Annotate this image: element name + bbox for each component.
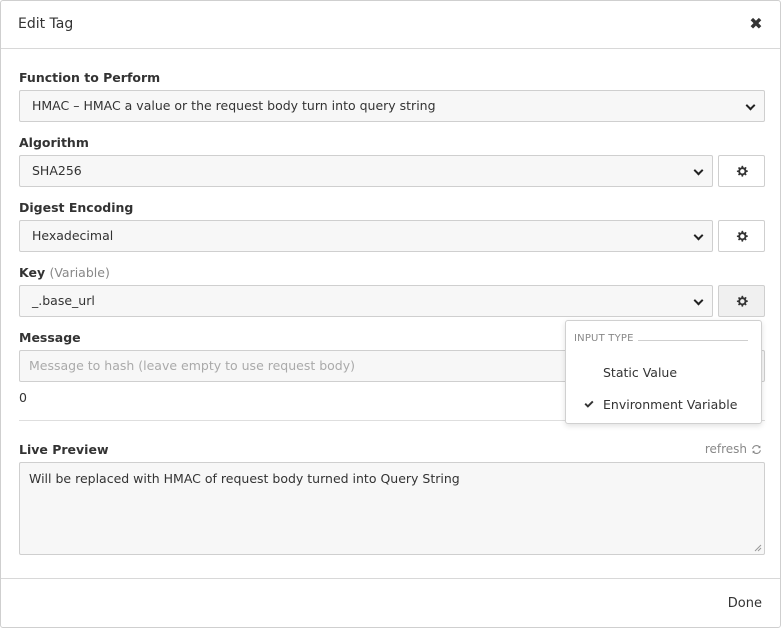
algorithm-select-value: SHA256 bbox=[32, 163, 82, 178]
modal-title: Edit Tag bbox=[18, 16, 74, 32]
menu-item-label: Static Value bbox=[603, 365, 678, 380]
input-type-dropdown: INPUT TYPE Static Value Environment Vari… bbox=[565, 320, 762, 424]
gear-icon bbox=[736, 230, 748, 242]
function-select-value: HMAC – HMAC a value or the request body … bbox=[32, 98, 436, 113]
chevron-down-icon bbox=[693, 230, 704, 241]
gear-icon bbox=[736, 295, 748, 307]
modal-header: Edit Tag ✖ bbox=[1, 1, 780, 49]
key-label-text: Key bbox=[19, 265, 46, 280]
menu-item-static-value[interactable]: Static Value bbox=[566, 360, 761, 386]
live-preview-label: Live Preview bbox=[19, 442, 109, 457]
key-settings-button[interactable] bbox=[718, 285, 765, 317]
done-button[interactable]: Done bbox=[728, 596, 762, 611]
chevron-down-icon bbox=[693, 165, 704, 176]
refresh-button[interactable]: refresh bbox=[705, 442, 762, 456]
refresh-label: refresh bbox=[704, 442, 747, 456]
digest-select[interactable]: Hexadecimal bbox=[19, 220, 713, 252]
algorithm-settings-button[interactable] bbox=[718, 155, 765, 187]
function-select[interactable]: HMAC – HMAC a value or the request body … bbox=[19, 90, 765, 122]
dropdown-header-rule bbox=[638, 340, 748, 341]
resize-handle-icon[interactable] bbox=[754, 544, 762, 552]
chevron-down-icon bbox=[745, 100, 756, 111]
refresh-icon bbox=[752, 444, 761, 454]
algorithm-select[interactable]: SHA256 bbox=[19, 155, 713, 187]
message-char-count: 0 bbox=[19, 390, 27, 405]
digest-label: Digest Encoding bbox=[19, 200, 134, 215]
algorithm-label: Algorithm bbox=[19, 135, 89, 150]
function-label: Function to Perform bbox=[19, 70, 161, 85]
edit-tag-modal: Edit Tag ✖ Function to Perform HMAC – HM… bbox=[0, 0, 781, 628]
menu-item-label: Environment Variable bbox=[603, 397, 738, 412]
digest-settings-button[interactable] bbox=[718, 220, 765, 252]
check-icon bbox=[584, 400, 594, 408]
key-select[interactable]: _.base_url bbox=[19, 285, 713, 317]
gear-icon bbox=[736, 165, 748, 177]
chevron-down-icon bbox=[693, 295, 704, 306]
key-label-hint: (Variable) bbox=[49, 265, 110, 280]
dropdown-header: INPUT TYPE bbox=[574, 333, 634, 344]
live-preview-text: Will be replaced with HMAC of request bo… bbox=[29, 471, 460, 486]
message-placeholder: Message to hash (leave empty to use requ… bbox=[29, 358, 356, 373]
key-label: Key (Variable) bbox=[19, 265, 110, 280]
close-icon[interactable]: ✖ bbox=[748, 15, 764, 33]
key-select-value: _.base_url bbox=[32, 293, 95, 308]
message-label: Message bbox=[19, 330, 81, 345]
menu-item-environment-variable[interactable]: Environment Variable bbox=[566, 392, 761, 418]
modal-footer: Done bbox=[1, 578, 780, 629]
live-preview-textarea[interactable]: Will be replaced with HMAC of request bo… bbox=[19, 462, 765, 555]
digest-select-value: Hexadecimal bbox=[32, 228, 114, 243]
